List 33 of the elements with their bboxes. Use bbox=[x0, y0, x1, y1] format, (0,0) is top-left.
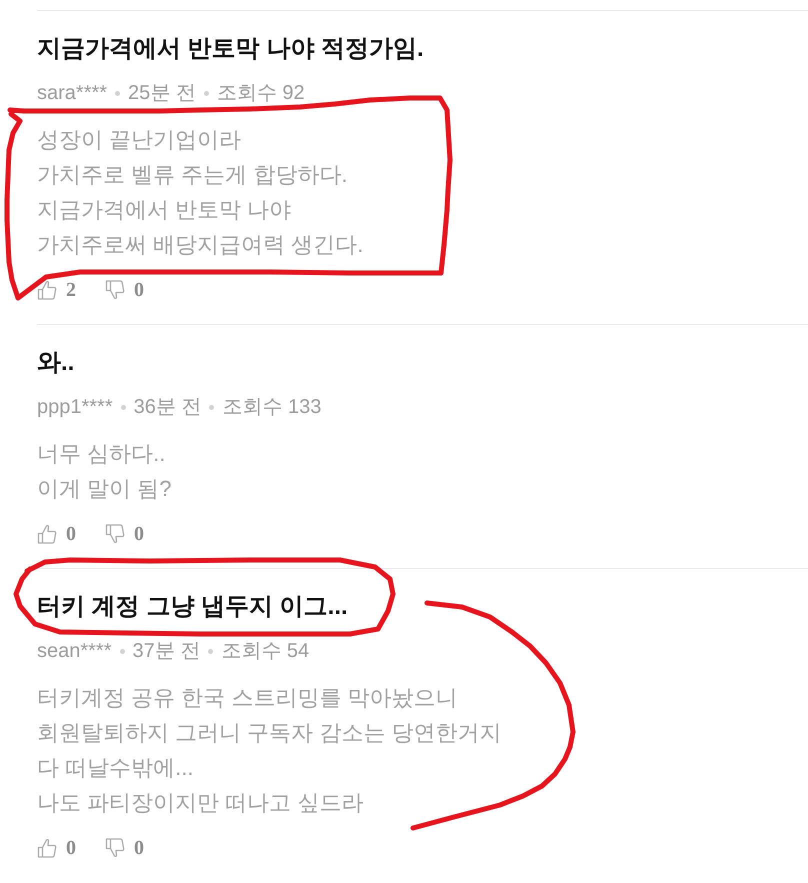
dislike-button[interactable]: 0 bbox=[105, 278, 144, 302]
author-name: ppp1**** bbox=[37, 395, 113, 420]
dot-icon bbox=[120, 648, 125, 654]
comment-text: 너무 심하다.. 이게 말이 됨? bbox=[37, 441, 172, 501]
like-button[interactable]: 0 bbox=[37, 522, 76, 546]
thumbs-up-icon bbox=[37, 838, 57, 858]
dot-icon bbox=[208, 648, 214, 654]
post-title[interactable]: 지금가격에서 반토막 나야 적정가임. bbox=[37, 34, 424, 64]
like-button[interactable]: 0 bbox=[37, 836, 76, 860]
dot-icon bbox=[115, 90, 120, 96]
dot-icon bbox=[209, 404, 214, 410]
thumbs-up-icon bbox=[37, 524, 57, 544]
author-name: sean**** bbox=[37, 639, 112, 664]
thumbs-down-icon bbox=[105, 280, 125, 300]
post-time: 37분 전 bbox=[132, 639, 200, 664]
thumbs-down-icon bbox=[105, 524, 125, 544]
view-count: 조회수 54 bbox=[221, 639, 310, 664]
thumbs-up-icon bbox=[37, 280, 57, 300]
post-time: 36분 전 bbox=[134, 395, 202, 420]
dislike-button[interactable]: 0 bbox=[105, 522, 144, 546]
view-count: 조회수 92 bbox=[216, 81, 305, 106]
view-count: 조회수 133 bbox=[222, 395, 322, 420]
post-time: 25분 전 bbox=[128, 81, 196, 106]
like-button[interactable]: 2 bbox=[37, 278, 76, 302]
thumbs-down-icon bbox=[105, 838, 125, 858]
post-title[interactable]: 터키 계정 그냥 냅두지 이그... bbox=[37, 592, 348, 622]
comment-text: 성장이 끝난기업이라 가치주로 벨류 주는게 합당하다. 지금가격에서 반토막 나야 가치주로써 배당지급여력 생긴다. bbox=[37, 127, 364, 257]
dot-icon bbox=[120, 404, 126, 410]
author-name: sara**** bbox=[37, 81, 108, 106]
comment-text: 터키계정 공유 한국 스트리밍를 막아놨으니 회원탈퇴하지 그러니 구독자 감소는 당연한거지 다 떠날수밖에... 나도 파티장이지만 떠나고 싶드라 bbox=[37, 685, 502, 815]
dislike-button[interactable]: 0 bbox=[105, 836, 144, 860]
dot-icon bbox=[204, 90, 209, 96]
post-title[interactable]: 와.. bbox=[37, 348, 74, 378]
